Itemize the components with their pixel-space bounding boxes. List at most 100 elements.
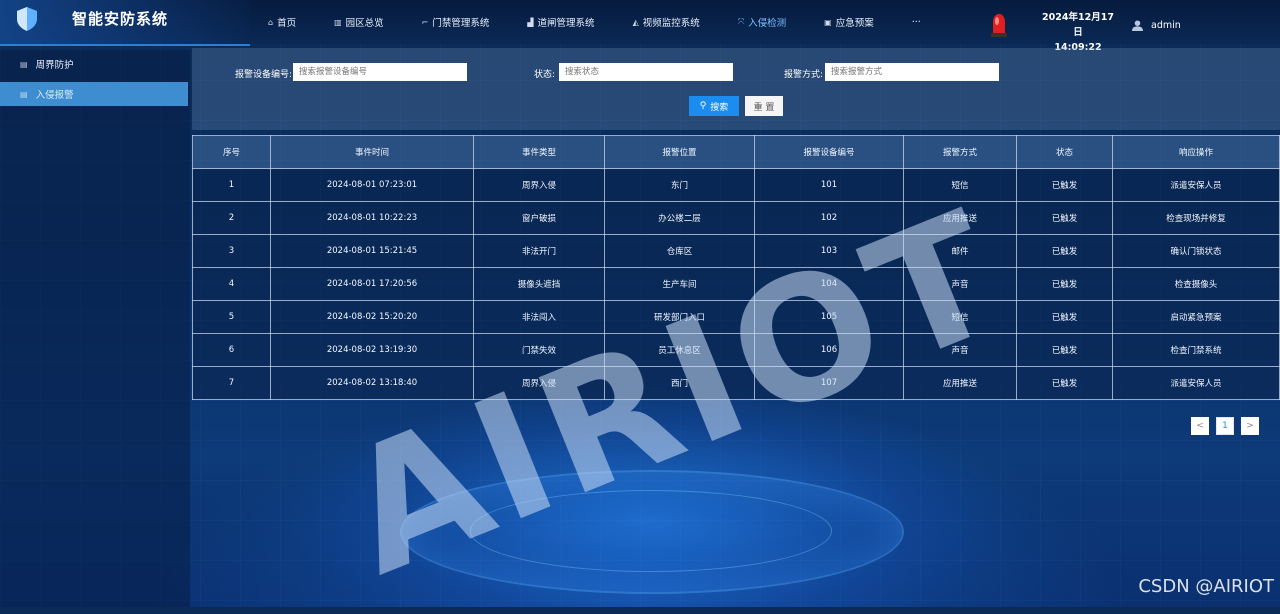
nav-item-label: 首页 [277,18,297,29]
nav-item-intrusion-detection[interactable]: ⤧ 入侵检测 [738,15,786,29]
table-cell: 5 [192,300,271,334]
sidebar-item-label: 周界防护 [35,60,74,71]
table-cell: 2024-08-02 15:20:20 [270,300,474,334]
nav-item-more[interactable]: ··· [912,17,921,28]
table-cell: 3 [192,234,271,268]
table-cell: 周界入侵 [473,168,605,202]
table-cell: 104 [754,267,904,301]
table-cell: 已触发 [1016,168,1113,202]
background-ring-inner [470,490,832,572]
table-cell: 102 [754,201,904,235]
table-cell: 已触发 [1016,234,1113,268]
sidebar-item-label: 入侵报警 [35,90,74,101]
nav-item-access-control[interactable]: ⌐ 门禁管理系统 [422,15,490,30]
table-cell: 已触发 [1016,333,1113,367]
nav-item-emergency-plan[interactable]: ▣ 应急预案 [824,15,874,30]
table-row[interactable]: 3 2024-08-01 15:21:45 非法开门 仓库区 103 邮件 已触… [192,234,1280,268]
table-row[interactable]: 5 2024-08-02 15:20:20 非法闯入 研发部门入口 105 短信… [192,300,1280,334]
alarm-method-input[interactable] [825,63,999,81]
column-header: 响应操作 [1112,135,1280,169]
nav-item-barrier-gate[interactable]: ▟ 道闸管理系统 [527,15,595,30]
table-cell: 非法开门 [473,234,605,268]
shield-icon [17,7,37,31]
table-cell: 员工休息区 [604,333,755,367]
main-nav: ⌂ 首页 ▥ 园区总览 ⌐ 门禁管理系统 ▟ 道闸管理系统 ◭ 视频监控系统 ⤧… [268,0,959,44]
table-cell: 东门 [604,168,755,202]
alarm-method-label: 报警方式: [784,70,824,80]
table-row[interactable]: 2 2024-08-01 10:22:23 窗户破损 办公楼二层 102 应用推… [192,201,1280,235]
device-number-input[interactable] [293,63,467,81]
nav-item-park-overview[interactable]: ▥ 园区总览 [334,15,384,30]
table-cell: 已触发 [1016,267,1113,301]
alarm-light-icon [991,14,1007,37]
table-cell: 声音 [903,333,1017,367]
nav-item-video-surveillance[interactable]: ◭ 视频监控系统 [633,15,700,30]
table-cell: 6 [192,333,271,367]
prev-page-button[interactable]: < [1191,417,1209,435]
column-header: 报警方式 [903,135,1017,169]
table-cell: 短信 [903,168,1017,202]
sidebar: ▤ 周界防护 ▤ 入侵报警 [0,50,190,607]
nav-item-label: 入侵检测 [748,18,787,29]
table-cell: 2024-08-01 15:21:45 [270,234,474,268]
date-text: 2024年12月17日 [1042,12,1114,38]
menu-icon: ▤ [20,59,28,69]
table-cell: 西门 [604,366,755,400]
nav-item-label: 道闸管理系统 [537,18,595,29]
table-cell: 确认门锁状态 [1112,234,1280,268]
pagination: < 1 > [1191,417,1259,435]
table-row[interactable]: 4 2024-08-01 17:20:56 摄像头遮挡 生产车间 104 声音 … [192,267,1280,301]
logo-area: 智能安防系统 [0,0,250,46]
table-cell: 2024-08-01 17:20:56 [270,267,474,301]
user-menu[interactable]: admin [1132,20,1181,31]
reset-button[interactable]: 重 置 [745,96,783,116]
top-header: 智能安防系统 ⌂ 首页 ▥ 园区总览 ⌐ 门禁管理系统 ▟ 道闸管理系统 ◭ 视… [0,0,1280,53]
table-cell: 研发部门入口 [604,300,755,334]
status-input[interactable] [559,63,733,81]
table-cell: 1 [192,168,271,202]
home-icon: ⌂ [268,17,274,27]
column-header: 报警位置 [604,135,755,169]
nav-item-home[interactable]: ⌂ 首页 [268,15,297,30]
alarm-table: 序号 事件时间 事件类型 报警位置 报警设备编号 报警方式 状态 响应操作 1 … [192,135,1280,400]
table-cell: 摄像头遮挡 [473,267,605,301]
table-cell: 短信 [903,300,1017,334]
page-number-button[interactable]: 1 [1216,417,1234,435]
column-header: 状态 [1016,135,1113,169]
table-cell: 启动紧急预案 [1112,300,1280,334]
table-cell: 已触发 [1016,300,1113,334]
csdn-watermark: CSDN @AIRIOT [1138,576,1274,597]
table-cell: 检查摄像头 [1112,267,1280,301]
table-row[interactable]: 6 2024-08-02 13:19:30 门禁失效 员工休息区 106 声音 … [192,333,1280,367]
table-cell: 办公楼二层 [604,201,755,235]
table-cell: 仓库区 [604,234,755,268]
table-cell: 4 [192,267,271,301]
user-icon [1132,20,1143,31]
table-cell: 应用推送 [903,201,1017,235]
table-cell: 2024-08-02 13:19:30 [270,333,474,367]
device-number-label: 报警设备编号: [235,70,293,80]
nav-item-label: 园区总览 [345,18,384,29]
app-title: 智能安防系统 [72,10,169,28]
table-cell: 门禁失效 [473,333,605,367]
table-cell: 2 [192,201,271,235]
table-cell: 窗户破损 [473,201,605,235]
table-cell: 派遣安保人员 [1112,168,1280,202]
table-cell: 生产车间 [604,267,755,301]
table-cell: 2024-08-01 07:23:01 [270,168,474,202]
table-cell: 检查门禁系统 [1112,333,1280,367]
next-page-button[interactable]: > [1241,417,1259,435]
search-panel: 报警设备编号: 状态: 报警方式: ⚲ 搜索 重 置 [192,48,1280,130]
column-header: 报警设备编号 [754,135,904,169]
table-cell: 106 [754,333,904,367]
table-row[interactable]: 7 2024-08-02 13:18:40 周界入侵 西门 107 应用推送 已… [192,366,1280,400]
sidebar-item-intrusion-alarm[interactable]: ▤ 入侵报警 [0,82,188,106]
search-button[interactable]: ⚲ 搜索 [689,96,739,116]
sidebar-item-perimeter-protection[interactable]: ▤ 周界防护 [0,52,190,76]
search-icon: ⚲ [699,101,707,111]
table-row[interactable]: 1 2024-08-01 07:23:01 周界入侵 东门 101 短信 已触发… [192,168,1280,202]
table-cell: 2024-08-02 13:18:40 [270,366,474,400]
table-cell: 非法闯入 [473,300,605,334]
table-cell: 派遣安保人员 [1112,366,1280,400]
table-cell: 周界入侵 [473,366,605,400]
